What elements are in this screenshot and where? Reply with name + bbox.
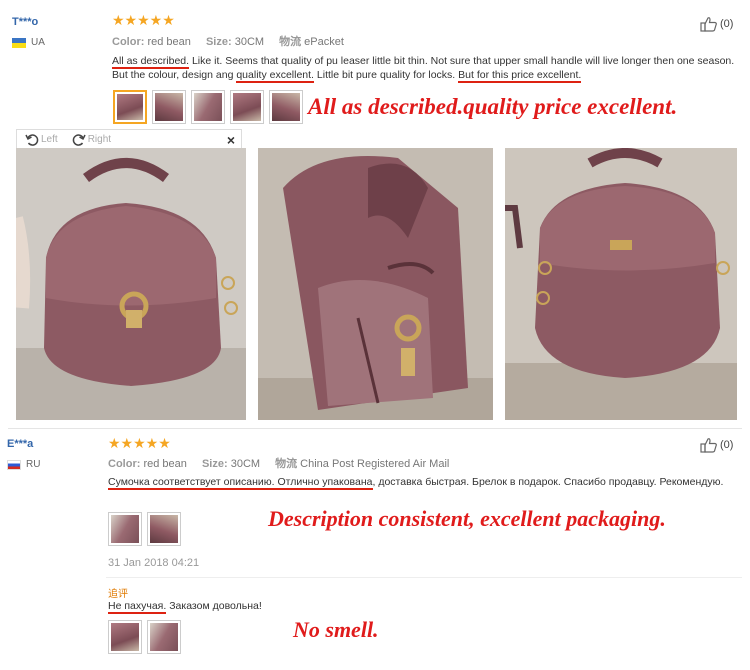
color-value: red bean (147, 36, 191, 48)
country-code: UA (31, 37, 45, 48)
color-value: red bean (143, 458, 187, 470)
review-photo-2[interactable] (258, 148, 493, 420)
handbag-front-photo (16, 148, 246, 420)
photo-thumbnail[interactable] (269, 90, 303, 124)
color-label: Color: (108, 458, 141, 470)
shipping-label: 物流 (275, 458, 298, 470)
review-date: 31 Jan 2018 04:21 (108, 557, 200, 569)
highlight-price-excellent: But for this price excellent. (458, 69, 582, 83)
rotate-right-icon (72, 133, 86, 146)
reviewer-name[interactable]: T***o (12, 16, 38, 28)
close-viewer-button[interactable]: × (227, 132, 235, 148)
followup-text-segment: Заказом довольна! (166, 600, 262, 612)
highlight-quality-excellent: quality excellent. (236, 69, 314, 83)
shipping-value: China Post Registered Air Mail (300, 458, 450, 470)
review-photo-1[interactable] (16, 148, 246, 420)
photo-thumbnail[interactable] (113, 90, 147, 124)
followup-text: Не пахучая. Заказом довольна! (108, 599, 262, 614)
photo-thumbnail[interactable] (230, 90, 264, 124)
followup-label: 追评 (108, 589, 128, 600)
review-text: All as described. Like it. Seems that qu… (112, 54, 737, 83)
size-label: Size: (205, 36, 232, 48)
size-value: 30CM (234, 36, 265, 48)
star-rating: ★★★★★ (112, 12, 175, 28)
rotate-right-button[interactable]: Right (72, 133, 111, 147)
helpful-button[interactable]: (0) (700, 437, 733, 453)
highlight-consistent-packaging: Сумочка соответствует описанию. Отлично … (108, 476, 373, 490)
photo-thumbnail[interactable] (152, 90, 186, 124)
helpful-count: (0) (720, 18, 734, 30)
photo-thumbnail[interactable] (108, 512, 142, 546)
country-code: RU (26, 459, 41, 470)
review-thumbnails (113, 90, 303, 124)
review-divider (8, 428, 742, 429)
photo-thumbnail[interactable] (191, 90, 225, 124)
ukraine-flag-icon (12, 37, 26, 48)
review-text: Сумочка соответствует описанию. Отлично … (108, 475, 738, 490)
order-attributes: Color: red bean Size: 30CM 物流 ePacket (112, 33, 356, 49)
thumbs-up-icon (700, 17, 717, 32)
annotation-review-1: All as described.quality price excellent… (308, 94, 678, 119)
reviewer-country: RU (7, 459, 40, 470)
review-thumbnails (108, 512, 181, 546)
helpful-button[interactable]: (0) (700, 16, 733, 32)
shipping-label: 物流 (279, 36, 302, 48)
star-rating: ★★★★★ (108, 435, 171, 451)
photo-thumbnail[interactable] (108, 620, 142, 654)
followup-divider (106, 577, 742, 578)
highlight-no-smell: Не пахучая. (108, 600, 167, 614)
review-text-segment: , доставка быстрая. Брелок в подарок. Сп… (372, 476, 724, 488)
rotate-right-label: Right (87, 134, 112, 145)
review-text-segment: Little bit pure quality for locks. (313, 69, 459, 81)
rotate-left-button[interactable]: Left (25, 133, 58, 147)
rotate-left-icon (25, 133, 39, 146)
helpful-count: (0) (720, 439, 734, 451)
handbag-back-photo (505, 148, 737, 420)
reviewer-name[interactable]: E***a (7, 438, 33, 450)
photo-thumbnail[interactable] (147, 620, 181, 654)
review-photo-3[interactable] (505, 148, 737, 420)
photo-thumbnail[interactable] (147, 512, 181, 546)
annotation-followup: No smell. (293, 617, 379, 642)
order-attributes: Color: red bean Size: 30CM 物流 China Post… (108, 455, 461, 471)
thumbs-up-icon (700, 438, 717, 453)
image-viewer-nav: Left Right × (16, 129, 242, 149)
reviewer-country: UA (12, 37, 45, 48)
highlight-as-described: All as described. (112, 55, 190, 69)
shipping-value: ePacket (304, 36, 344, 48)
russia-flag-icon (7, 459, 21, 470)
size-label: Size: (201, 458, 228, 470)
annotation-review-2: Description consistent, excellent packag… (268, 506, 666, 531)
handbag-side-photo (258, 148, 493, 420)
size-value: 30CM (230, 458, 261, 470)
followup-thumbnails (108, 620, 181, 654)
rotate-left-label: Left (41, 134, 58, 145)
color-label: Color: (112, 36, 145, 48)
